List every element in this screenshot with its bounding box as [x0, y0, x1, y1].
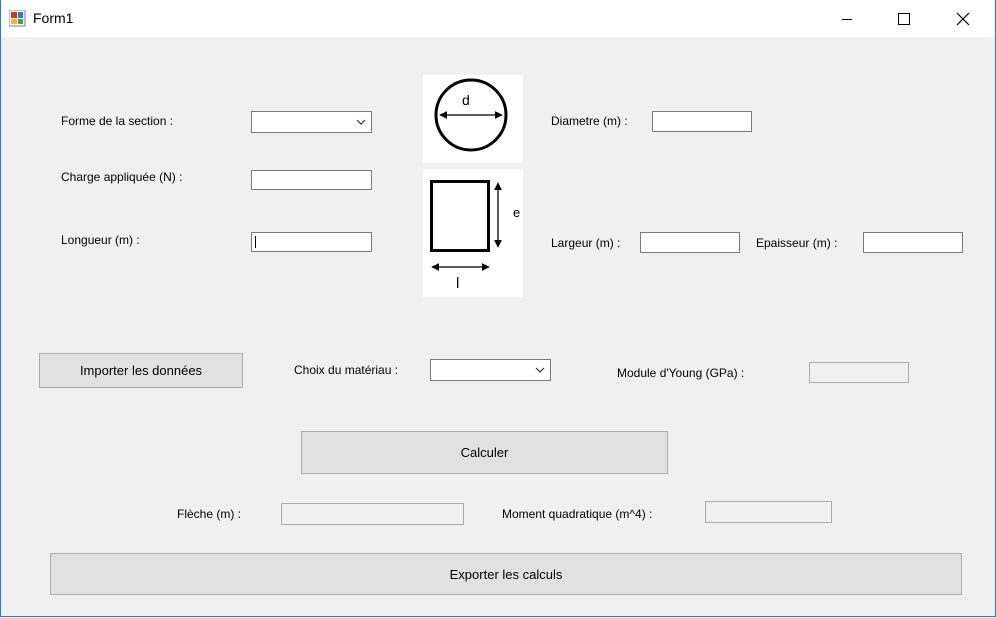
close-button[interactable] — [940, 0, 986, 37]
moment-output[interactable] — [705, 501, 832, 523]
title-bar: Form1 — [0, 0, 994, 37]
forme-label: Forme de la section : — [61, 114, 174, 128]
charge-input[interactable] — [251, 170, 372, 190]
chevron-down-icon — [356, 119, 366, 125]
moment-label: Moment quadratique (m^4) : — [502, 507, 653, 521]
diameter-symbol: d — [462, 92, 470, 108]
longueur-label: Longueur (m) : — [61, 233, 140, 247]
diametre-label: Diametre (m) : — [551, 114, 628, 128]
longueur-input[interactable] — [251, 232, 372, 252]
exporter-button[interactable]: Exporter les calculs — [50, 553, 962, 595]
young-label: Module d'Young (GPa) : — [617, 366, 745, 380]
largeur-label: Largeur (m) : — [551, 236, 621, 250]
close-icon — [956, 12, 970, 25]
minimize-icon — [842, 18, 852, 20]
importer-button[interactable]: Importer les données — [39, 353, 243, 388]
circle-section-icon — [434, 78, 508, 152]
epaisseur-input[interactable] — [863, 232, 963, 253]
young-output[interactable] — [809, 362, 909, 383]
width-symbol: l — [456, 275, 460, 292]
chevron-down-icon — [535, 367, 545, 373]
materiau-label: Choix du matériau : — [294, 363, 399, 377]
forme-combobox[interactable] — [251, 111, 372, 133]
diametre-input[interactable] — [652, 111, 752, 132]
form-app-icon — [9, 10, 26, 27]
calculer-button[interactable]: Calculer — [301, 431, 668, 474]
epaisseur-label: Epaisseur (m) : — [756, 236, 838, 250]
charge-label: Charge appliquée (N) : — [61, 170, 183, 184]
maximize-button[interactable] — [881, 0, 927, 37]
materiau-combobox[interactable] — [430, 359, 551, 381]
text-caret — [255, 236, 256, 248]
fleche-label: Flèche (m) : — [177, 507, 242, 521]
minimize-button[interactable] — [824, 0, 870, 37]
largeur-input[interactable] — [640, 232, 740, 253]
circle-section-diagram: d — [423, 75, 523, 163]
fleche-output[interactable] — [281, 503, 464, 525]
window-title: Form1 — [33, 10, 74, 26]
thickness-symbol: e — [513, 205, 521, 220]
maximize-icon — [898, 12, 910, 25]
rectangle-section-diagram: e l — [423, 169, 523, 297]
rectangle-section-icon — [430, 180, 502, 271]
